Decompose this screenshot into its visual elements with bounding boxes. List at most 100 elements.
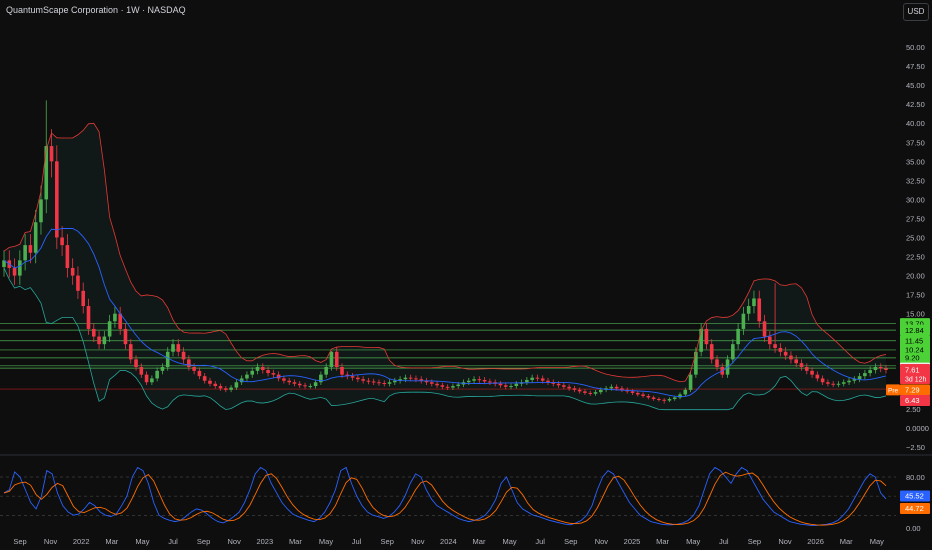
candle-body[interactable] <box>752 298 756 307</box>
candle-body[interactable] <box>393 380 397 383</box>
candle-body[interactable] <box>155 370 159 379</box>
candle-body[interactable] <box>593 392 598 394</box>
candle-body[interactable] <box>414 378 418 380</box>
candle-body[interactable] <box>213 383 218 387</box>
candle-body[interactable] <box>255 367 260 371</box>
candle-body[interactable] <box>884 368 888 370</box>
candle-body[interactable] <box>187 359 191 368</box>
candle-body[interactable] <box>657 399 661 401</box>
candle-body[interactable] <box>356 377 360 380</box>
candle-body[interactable] <box>868 370 872 374</box>
candle-body[interactable] <box>171 344 175 352</box>
rsi-pane[interactable] <box>0 466 896 526</box>
candle-body[interactable] <box>509 386 513 388</box>
candle-body[interactable] <box>599 389 603 393</box>
candle-body[interactable] <box>525 379 529 383</box>
candle-body[interactable] <box>556 383 561 386</box>
candle-body[interactable] <box>91 328 96 337</box>
candle-body[interactable] <box>23 245 27 261</box>
candle-body[interactable] <box>445 386 450 388</box>
candle-body[interactable] <box>567 386 571 389</box>
candle-body[interactable] <box>382 383 387 385</box>
candle-body[interactable] <box>477 379 482 381</box>
candle-body[interactable] <box>667 399 672 401</box>
candle-body[interactable] <box>266 370 270 374</box>
candle-body[interactable] <box>488 381 492 383</box>
candle-body[interactable] <box>176 344 181 352</box>
candle-body[interactable] <box>683 389 688 395</box>
candle-body[interactable] <box>377 382 381 384</box>
candle-body[interactable] <box>65 245 70 268</box>
candle-body[interactable] <box>192 367 196 371</box>
candle-body[interactable] <box>826 382 830 384</box>
candle-body[interactable] <box>857 376 862 380</box>
candle-body[interactable] <box>498 383 503 386</box>
candle-body[interactable] <box>408 377 413 379</box>
candle-body[interactable] <box>746 306 751 314</box>
candle-body[interactable] <box>181 351 186 360</box>
candle-body[interactable] <box>783 351 788 356</box>
candle-body[interactable] <box>429 382 434 384</box>
candle-body[interactable] <box>12 267 17 276</box>
candle-body[interactable] <box>234 382 239 388</box>
candle-body[interactable] <box>165 351 170 368</box>
candle-body[interactable] <box>224 388 228 390</box>
candle-body[interactable] <box>514 383 519 387</box>
candle-body[interactable] <box>271 373 276 375</box>
candle-body[interactable] <box>873 367 878 371</box>
candle-body[interactable] <box>815 374 820 379</box>
candle-body[interactable] <box>44 146 49 200</box>
candle-body[interactable] <box>435 383 439 386</box>
candle-body[interactable] <box>139 367 144 375</box>
candle-body[interactable] <box>799 363 804 368</box>
candle-body[interactable] <box>282 378 286 381</box>
candle-body[interactable] <box>588 392 593 394</box>
candle-body[interactable] <box>134 359 138 368</box>
candle-body[interactable] <box>49 146 54 162</box>
candle-body[interactable] <box>778 347 783 352</box>
candle-body[interactable] <box>76 275 80 291</box>
candle-body[interactable] <box>202 376 207 381</box>
candle-body[interactable] <box>329 351 334 368</box>
candle-body[interactable] <box>292 382 297 384</box>
candle-body[interactable] <box>704 328 709 345</box>
candle-body[interactable] <box>324 367 328 375</box>
candle-body[interactable] <box>762 321 767 337</box>
candle-body[interactable] <box>831 383 835 385</box>
candle-body[interactable] <box>150 378 154 383</box>
candle-body[interactable] <box>503 385 508 387</box>
candle-body[interactable] <box>847 380 851 383</box>
candle-body[interactable] <box>107 321 112 337</box>
candle-body[interactable] <box>334 351 339 368</box>
candle-body[interactable] <box>836 383 841 385</box>
candle-body[interactable] <box>260 367 265 371</box>
candle-body[interactable] <box>366 380 371 382</box>
candle-body[interactable] <box>387 382 392 384</box>
candle-body[interactable] <box>245 374 249 379</box>
candle-body[interactable] <box>768 336 772 345</box>
candle-body[interactable] <box>86 306 91 329</box>
candle-body[interactable] <box>229 387 233 390</box>
candle-body[interactable] <box>60 237 64 246</box>
price-chart[interactable]: 50.00 47.50 45.00 42.50 40.00 37.50 35.00 32.50… <box>0 0 932 550</box>
candle-body[interactable] <box>123 328 128 345</box>
candle-body[interactable] <box>208 380 212 384</box>
candle-body[interactable] <box>540 378 545 381</box>
candle-body[interactable] <box>97 336 101 345</box>
candle-body[interactable] <box>699 328 703 352</box>
candle-body[interactable] <box>371 381 376 383</box>
candle-body[interactable] <box>440 385 445 387</box>
candle-body[interactable] <box>482 379 487 382</box>
candle-body[interactable] <box>128 344 133 360</box>
candle-body[interactable] <box>572 388 577 390</box>
candle-body[interactable] <box>403 377 408 380</box>
candle-body[interactable] <box>144 374 149 383</box>
candle-body[interactable] <box>81 290 86 307</box>
candle-body[interactable] <box>472 379 476 381</box>
candle-body[interactable] <box>466 380 471 383</box>
candle-body[interactable] <box>773 344 777 348</box>
candle-body[interactable] <box>39 199 43 223</box>
candle-body[interactable] <box>197 370 202 377</box>
candle-body[interactable] <box>70 267 75 276</box>
candle-body[interactable] <box>614 386 619 389</box>
